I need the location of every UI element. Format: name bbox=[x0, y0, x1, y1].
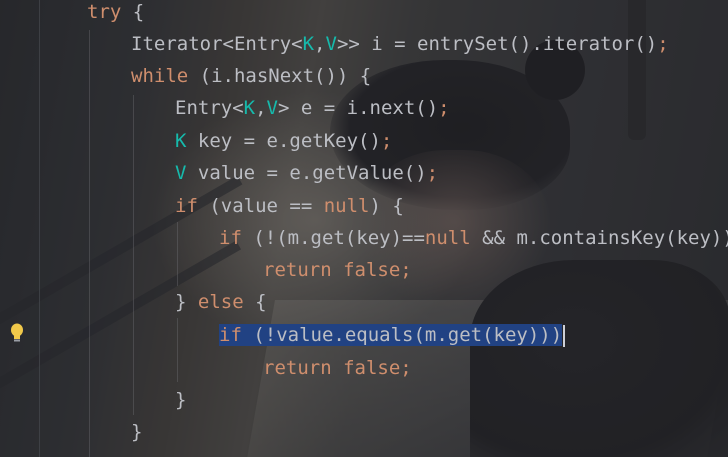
indent-guide bbox=[89, 30, 90, 457]
code-token: K bbox=[175, 130, 187, 152]
code-token: null bbox=[323, 195, 370, 217]
indent-guide bbox=[177, 318, 178, 382]
code-editor[interactable]: try { Iterator<Entry<K,V>> i = entrySet(… bbox=[0, 0, 728, 457]
code-token: return false; bbox=[263, 259, 412, 281]
code-line[interactable]: Entry<K,V> e = i.next(); bbox=[175, 92, 450, 124]
code-token: && m.containsKey(key))) bbox=[470, 227, 728, 249]
code-token: , bbox=[255, 97, 267, 119]
code-line[interactable]: } bbox=[131, 416, 142, 448]
code-line[interactable]: } else { bbox=[175, 286, 267, 318]
code-line[interactable]: } bbox=[175, 384, 186, 416]
code-line[interactable]: if (!(m.get(key)==null && m.containsKey(… bbox=[219, 222, 728, 254]
code-token: ) { bbox=[369, 195, 404, 217]
code-line[interactable]: V value = e.getValue(); bbox=[175, 157, 438, 189]
indent-guide bbox=[177, 222, 178, 286]
code-line[interactable]: return false; bbox=[263, 254, 412, 286]
code-token: ; bbox=[438, 97, 450, 119]
code-token: } bbox=[175, 389, 187, 411]
code-line-selected[interactable]: if (!value.equals(m.get(key))) bbox=[219, 319, 566, 351]
code-token: } bbox=[175, 291, 198, 313]
code-token: if bbox=[175, 195, 198, 217]
code-line[interactable]: try { bbox=[87, 0, 144, 28]
code-token: { bbox=[243, 291, 267, 313]
code-line[interactable]: if (value == null) { bbox=[175, 190, 404, 222]
code-line[interactable]: return false; bbox=[263, 352, 412, 384]
code-token: K bbox=[302, 33, 315, 55]
code-token: if bbox=[219, 227, 242, 249]
code-token: value = e.getValue() bbox=[186, 162, 427, 184]
code-line[interactable]: Iterator<Entry<K,V>> i = entrySet().iter… bbox=[131, 28, 669, 60]
code-line[interactable]: while (i.hasNext()) { bbox=[131, 60, 371, 92]
code-token: Entry< bbox=[175, 97, 244, 119]
code-token: return false; bbox=[263, 357, 412, 379]
indent-guide bbox=[133, 95, 134, 415]
code-token: else bbox=[197, 291, 244, 313]
code-token: K bbox=[243, 97, 256, 119]
code-token: key = e.getKey() bbox=[186, 130, 381, 152]
gutter-divider bbox=[39, 0, 40, 457]
code-token: (!value.equals(m.get(key))) bbox=[241, 324, 563, 346]
code-token: ; bbox=[380, 130, 393, 152]
code-token: if bbox=[219, 324, 242, 346]
code-token: (!(m.get(key)== bbox=[241, 227, 425, 249]
code-token: (value == bbox=[197, 195, 324, 217]
code-token: V bbox=[175, 162, 187, 184]
code-token: , bbox=[314, 33, 326, 55]
code-token: V bbox=[325, 33, 337, 55]
text-caret bbox=[563, 324, 566, 347]
code-line[interactable]: K key = e.getKey(); bbox=[175, 125, 392, 157]
lightbulb-icon[interactable] bbox=[9, 322, 25, 344]
code-token: while bbox=[131, 65, 189, 87]
code-token: } bbox=[131, 421, 143, 443]
code-token: ; bbox=[426, 162, 439, 184]
code-token: try bbox=[87, 1, 122, 23]
code-token: null bbox=[424, 227, 471, 249]
code-token: >> i = entrySet().iterator() bbox=[336, 33, 658, 55]
code-token: Iterator<Entry< bbox=[131, 33, 303, 55]
code-token: (i.hasNext()) { bbox=[188, 65, 372, 87]
code-token: ; bbox=[657, 33, 669, 55]
code-token: > e = i.next() bbox=[278, 97, 439, 119]
code-token: V bbox=[266, 97, 278, 119]
code-token: { bbox=[121, 1, 145, 23]
